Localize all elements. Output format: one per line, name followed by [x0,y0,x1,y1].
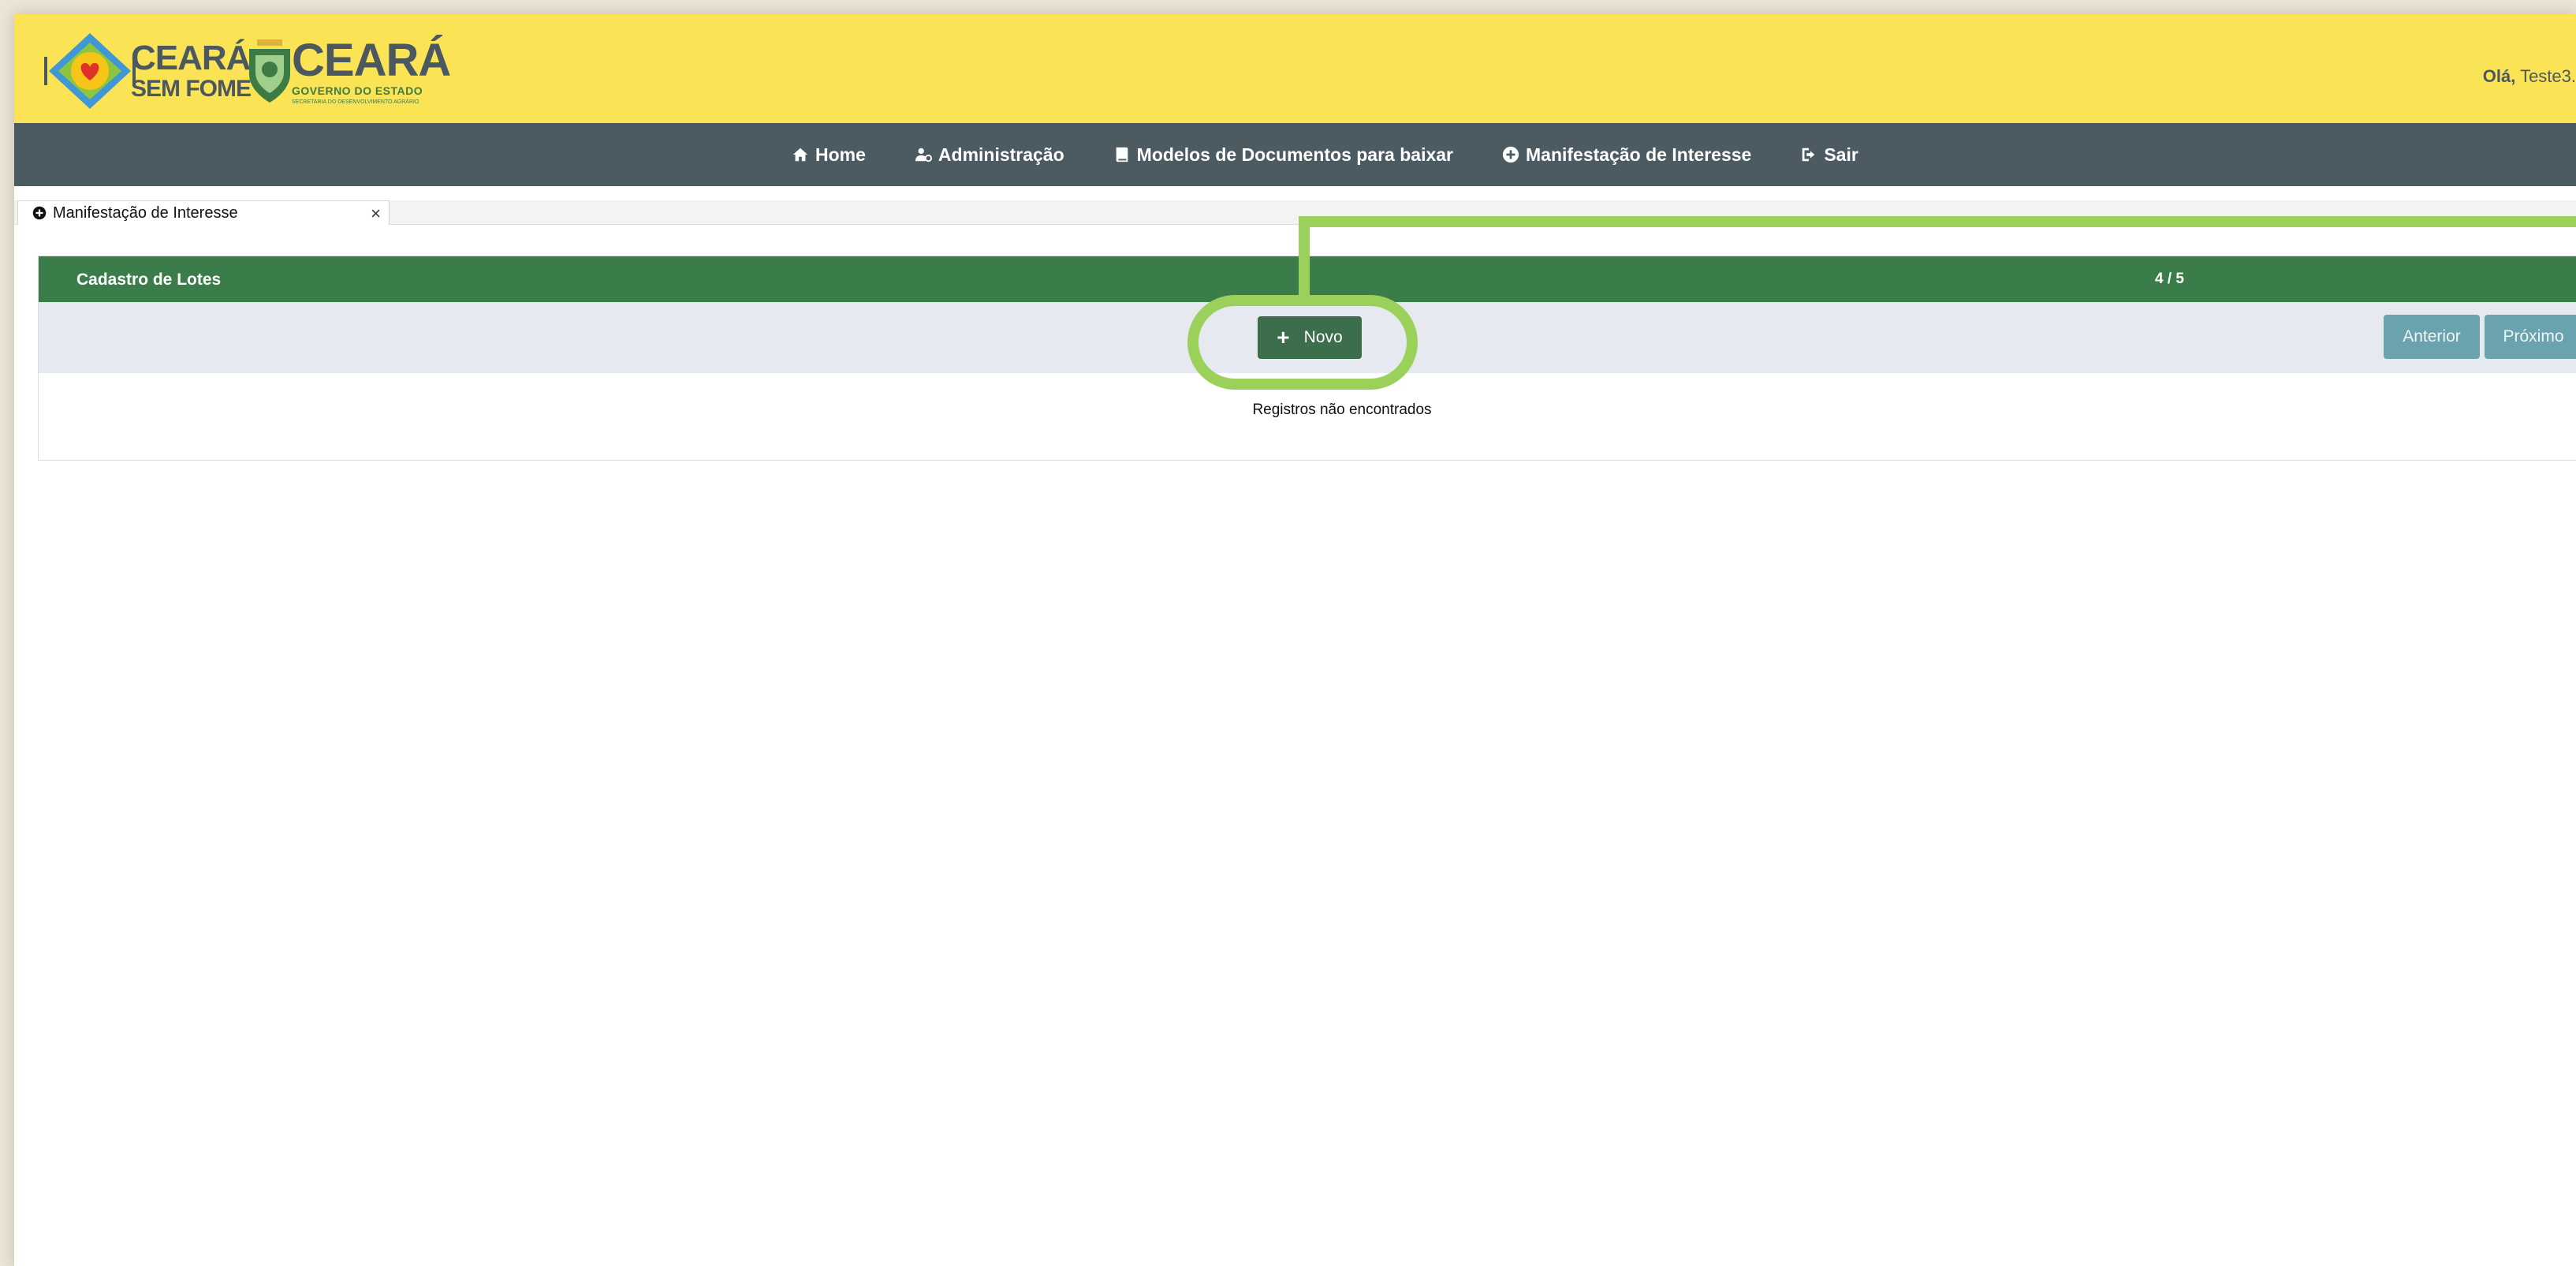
sign-out-icon [1802,148,1815,162]
plus-circle-icon [32,206,47,220]
nav-item-sair[interactable]: Sair [1800,144,1858,166]
nav-label-manifestacao: Manifestação de Interesse [1526,144,1752,165]
highlight-connector-horizontal [1299,216,2576,227]
logo1-text: CEARÁ SEM FOME [131,39,252,102]
logo2-line3: SECRETARIA DO DESENVOLVIMENTO AGRÁRIO [292,99,419,105]
tab-close-icon[interactable]: × [371,204,381,224]
next-button[interactable]: Próximo [2485,315,2576,359]
main-nav: Home Administração Modelos de Documentos… [14,123,2576,186]
ceara-sem-fome-logo [44,33,136,109]
highlight-connector-vertical [1299,216,1310,301]
nav-item-home[interactable]: Home [792,144,866,166]
logo2-line2: GOVERNO DO ESTADO [292,84,423,97]
nav-label-administracao: Administração [938,144,1064,165]
highlight-ring [1187,295,1418,390]
nav-label-home: Home [815,144,866,165]
step-indicator: 4 / 5 [2155,271,2184,287]
nav-item-modelos[interactable]: Modelos de Documentos para baixar [1113,144,1453,166]
home-icon [792,148,808,162]
greeting-user: Teste3. [2520,66,2576,86]
user-greeting: Olá, Teste3. [2483,66,2576,87]
nav-label-modelos: Modelos de Documentos para baixar [1136,144,1453,165]
plus-circle-icon [1502,146,1519,163]
logo2-text: CEARÁ GOVERNO DO ESTADO SECRETARIA DO DE… [292,35,451,106]
nav-label-sair: Sair [1824,144,1858,165]
greeting-label: Olá, [2482,66,2516,86]
logo1-line1: CEARÁ [131,39,251,77]
logo1-line2: SEM FOME [131,76,252,102]
app-window: CEARÁ SEM FOME CEARÁ GOVERNO DO ESTADO S… [14,14,2576,1266]
header-bar: CEARÁ SEM FOME CEARÁ GOVERNO DO ESTADO S… [14,14,2576,125]
panel-title: Cadastro de Lotes [76,271,222,289]
tab-label: Manifestação de Interesse [53,204,238,222]
tab-manifestacao[interactable]: Manifestação de Interesse × [17,200,390,225]
logo2-line1: CEARÁ [292,35,451,86]
ceara-coat-of-arms-logo [249,39,290,103]
book-icon [1116,147,1128,162]
empty-records-message: Registros não encontrados [1252,401,1432,418]
nav-item-administracao[interactable]: Administração [915,144,1064,166]
previous-button[interactable]: Anterior [2384,315,2480,359]
nav-item-manifestacao[interactable]: Manifestação de Interesse [1502,144,1751,166]
nav-items: Home Administração Modelos de Documentos… [792,123,1907,186]
user-gear-icon [915,148,932,162]
